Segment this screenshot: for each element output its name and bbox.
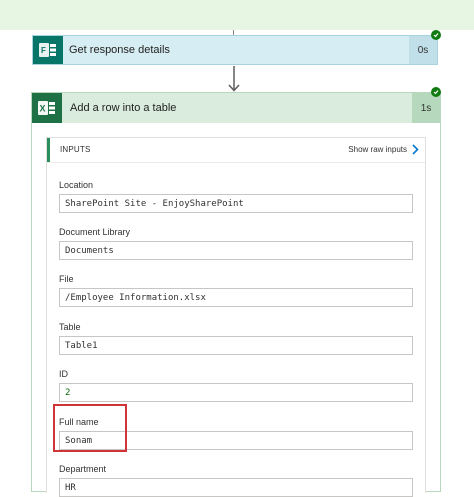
step-duration: 1s [412,93,440,123]
show-raw-inputs-label: Show raw inputs [348,145,407,154]
step-title: Get response details [69,44,170,56]
field-value-file: /Employee Information.xlsx [59,288,413,307]
field-label-location: Location [59,180,94,190]
chevron-right-icon [412,144,419,155]
flow-arrow-down-icon [228,66,240,92]
field-value-department: HR [59,478,413,497]
full-name-highlight [53,404,127,452]
field-value-id: 2 [59,383,413,402]
success-check-icon [431,87,441,97]
svg-text:X: X [40,104,46,114]
step-header[interactable]: X Add a row into a table 1s [32,93,440,123]
inputs-accent-bar [47,138,50,162]
field-value-table: Table1 [59,336,413,355]
svg-text:F: F [41,46,46,55]
field-label-department: Department [59,464,107,474]
field-value-document-library: Documents [59,241,413,260]
inputs-header: INPUTS Show raw inputs [47,138,425,163]
excel-icon: X [32,93,62,123]
field-label-table: Table [59,322,81,332]
previous-step-area [0,0,474,30]
success-check-icon [431,30,441,40]
field-label-file: File [59,274,74,284]
inputs-heading: INPUTS [60,145,91,154]
step-duration: 0s [409,36,437,64]
step-card-get-response-details[interactable]: F Get response details 0s [32,35,438,65]
step-title: Add a row into a table [70,102,177,114]
field-label-document-library: Document Library [59,227,131,237]
field-value-location: SharePoint Site - EnjoySharePoint [59,194,413,213]
forms-icon: F [33,36,63,64]
field-label-id: ID [59,369,68,379]
show-raw-inputs-link[interactable]: Show raw inputs [348,144,419,155]
